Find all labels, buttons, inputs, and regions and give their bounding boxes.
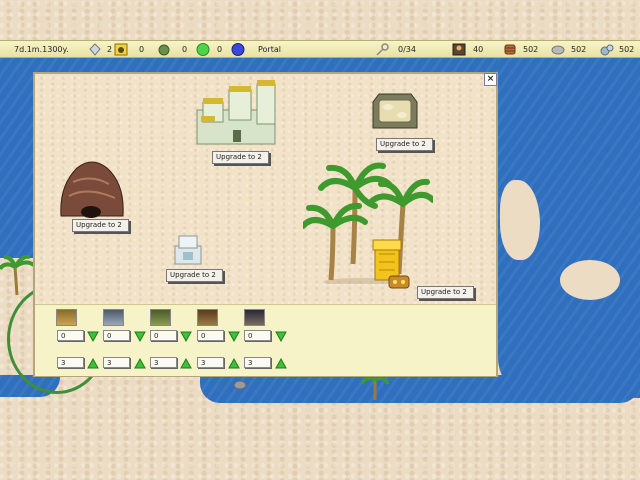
unit-1-available[interactable]: 0	[57, 330, 84, 341]
wood-count: 502	[523, 45, 539, 54]
arena-upgrade-button[interactable]: Upgrade to 2	[376, 138, 433, 151]
unit-portrait-knight[interactable]	[103, 309, 124, 326]
unit-1-decrease-icon[interactable]	[87, 331, 99, 342]
unit-4-hire[interactable]: 3	[197, 357, 224, 368]
hero-face-icon[interactable]	[114, 43, 128, 56]
portal-orb-icon[interactable]	[231, 43, 245, 56]
unit-5-increase-icon[interactable]	[275, 358, 287, 369]
town-dialog: Upgrade to 2 Upgrade to 2 Upgrade to 2 U…	[33, 72, 498, 377]
ore-icon	[600, 44, 614, 56]
unit-2-decrease-icon[interactable]	[134, 331, 146, 342]
unit-1-hire[interactable]: 3	[57, 357, 84, 368]
unit-portrait-mage[interactable]	[244, 309, 265, 326]
crystal-count: 2	[107, 45, 113, 54]
unit-portrait-goblin[interactable]	[56, 309, 77, 326]
castle-building-icon[interactable]	[193, 80, 279, 146]
unit-1-increase-icon[interactable]	[87, 358, 99, 369]
unit-5-available[interactable]: 0	[244, 330, 271, 341]
well-upgrade-button[interactable]: Upgrade to 2	[166, 269, 223, 282]
sea-area-bottom	[200, 375, 640, 403]
unit-4-increase-icon[interactable]	[228, 358, 240, 369]
crystal-icon	[89, 43, 101, 56]
unit-panel: 0 3 0 3 0 3 0 3 0 3	[35, 304, 496, 376]
unit-2-increase-icon[interactable]	[134, 358, 146, 369]
resource-b-count: 0	[182, 45, 188, 54]
wood-icon	[504, 44, 516, 55]
units-count: 40	[473, 45, 484, 54]
palm-tree-outside-icon	[0, 255, 34, 295]
unit-portrait-orc[interactable]	[150, 309, 171, 326]
stone-icon	[551, 45, 565, 55]
town-view: Upgrade to 2 Upgrade to 2 Upgrade to 2 U…	[35, 74, 496, 304]
treasury-upgrade-button[interactable]: Upgrade to 2	[417, 286, 474, 299]
unit-2-available[interactable]: 0	[103, 330, 130, 341]
rock-icon	[233, 380, 247, 390]
game-date: 7d.1m.1300y.	[14, 45, 69, 54]
sea-area-left	[0, 58, 34, 258]
key-icon	[376, 43, 389, 56]
plant-icon	[158, 44, 170, 56]
ore-count: 502	[619, 45, 635, 54]
unit-portrait-ogre[interactable]	[197, 309, 218, 326]
castle-upgrade-button[interactable]: Upgrade to 2	[212, 151, 269, 164]
unit-4-available[interactable]: 0	[197, 330, 224, 341]
sand-island-right-2	[560, 260, 620, 300]
resource-bar: 7d.1m.1300y. 2 0 0 0 Portal 0/34 40 502 …	[0, 40, 640, 58]
unit-3-decrease-icon[interactable]	[180, 331, 192, 342]
unit-5-decrease-icon[interactable]	[275, 331, 287, 342]
unit-2-hire[interactable]: 3	[103, 357, 130, 368]
unit-3-hire[interactable]: 3	[150, 357, 177, 368]
unit-3-available[interactable]: 0	[150, 330, 177, 341]
unit-5-hire[interactable]: 3	[244, 357, 271, 368]
unit-4-decrease-icon[interactable]	[228, 331, 240, 342]
resource-c-count: 0	[217, 45, 223, 54]
close-button[interactable]: ×	[484, 73, 497, 86]
army-icon	[452, 43, 466, 56]
well-building-icon[interactable]	[173, 234, 203, 266]
capacity-count: 0/34	[398, 45, 416, 54]
portal-label[interactable]: Portal	[258, 45, 281, 54]
treasury-building-icon[interactable]	[371, 236, 415, 296]
resource-a-count: 0	[139, 45, 145, 54]
cave-upgrade-button[interactable]: Upgrade to 2	[72, 219, 129, 232]
unit-3-increase-icon[interactable]	[180, 358, 192, 369]
green-orb-icon	[196, 43, 210, 56]
palm-tree-bottom-icon	[360, 377, 390, 400]
stone-count: 502	[571, 45, 587, 54]
arena-building-icon[interactable]	[371, 92, 419, 132]
cave-building-icon[interactable]	[57, 156, 127, 218]
